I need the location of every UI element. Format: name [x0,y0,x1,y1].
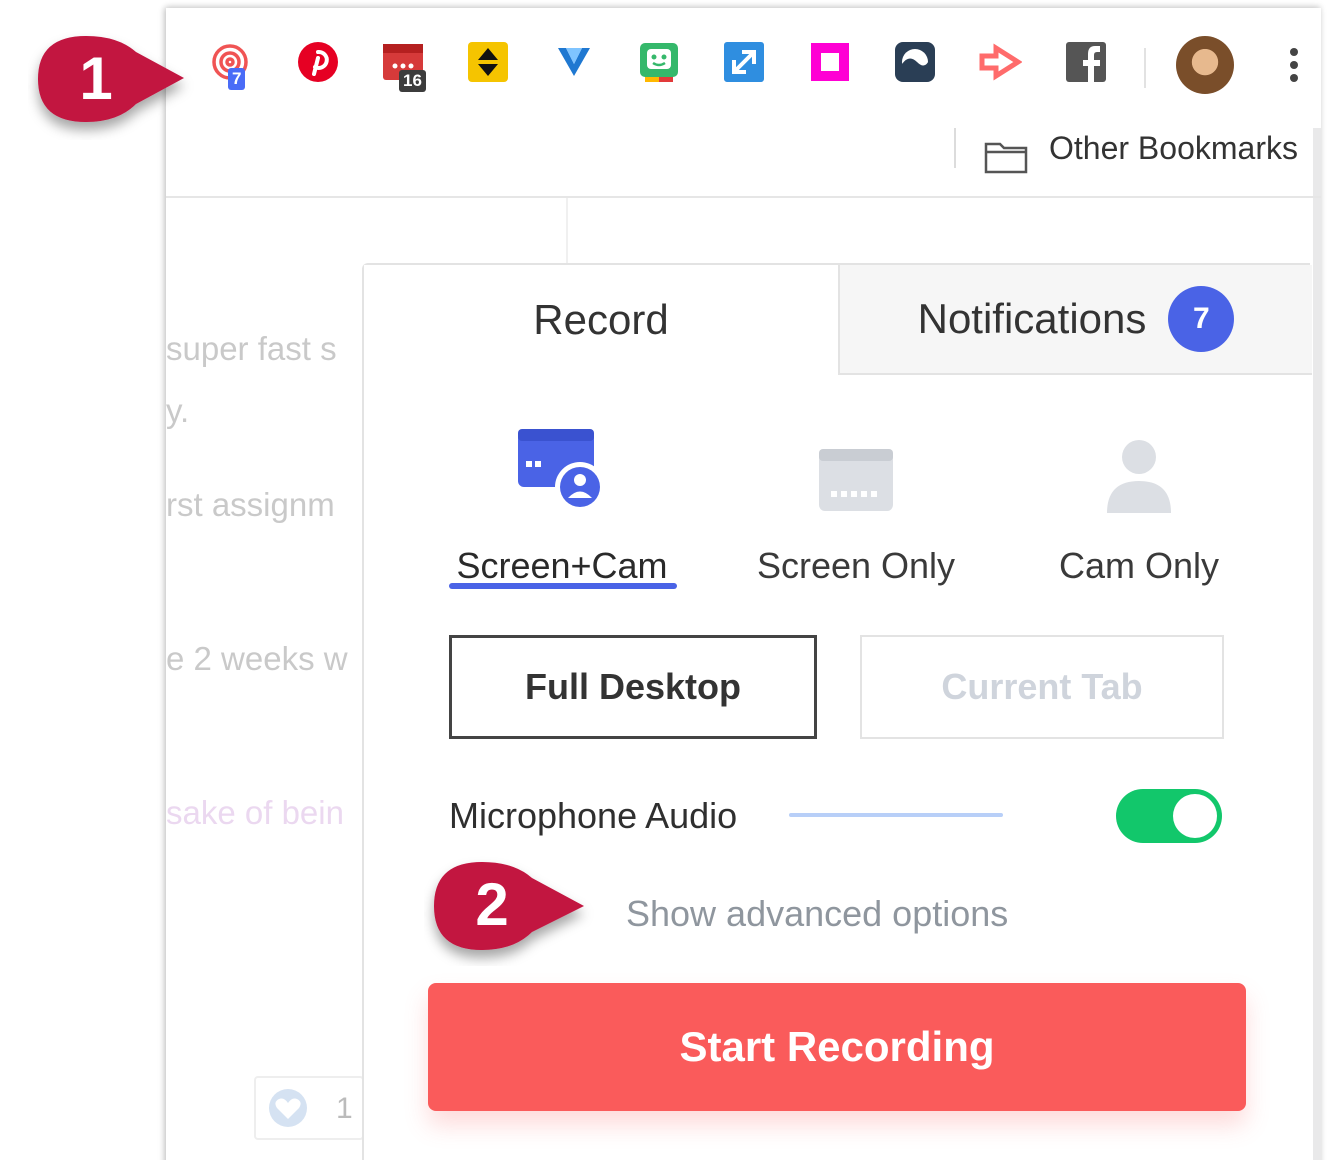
notifications-count-badge: 7 [1168,286,1235,352]
callout-marker-2: 2 [424,856,600,966]
calendar-icon[interactable]: 16 [379,38,427,92]
screen-cam-icon [518,429,605,512]
pinterest-icon[interactable] [294,38,342,86]
mode-cam-only[interactable]: Cam Only [1009,415,1269,587]
microphone-label: Microphone Audio [449,795,738,836]
bookmarks-separator [954,128,956,168]
mode-screen-only-label: Screen Only [756,545,956,586]
bg-text-line: super fast s [166,330,337,367]
facebook-icon[interactable] [1062,38,1110,86]
arrow-right-icon[interactable] [976,38,1024,86]
callout-number: 2 [475,871,509,938]
like-button[interactable]: 1 [254,1076,364,1140]
bg-text-line: rst assignm [166,486,335,523]
toolbar-divider [166,196,1321,198]
tab-notifications-label: Notifications [917,295,1147,342]
sort-arrows-icon[interactable] [464,38,512,86]
mode-screen-cam[interactable]: Screen+Cam [432,415,692,587]
toolbar-separator [1144,48,1146,88]
kebab-menu-icon[interactable] [1284,44,1304,88]
extensions-toolbar: 7 16 [166,8,1321,128]
mode-cam-only-label: Cam Only [1058,545,1220,586]
magenta-square-icon[interactable] [806,38,854,86]
tab-record-label: Record [533,296,669,343]
tab-record[interactable]: Record [364,265,838,375]
show-advanced-options-link[interactable]: Show advanced options [626,893,1008,935]
callout-marker-1: 1 [28,30,204,140]
microphone-level-meter [789,813,1003,817]
tab-notifications[interactable]: Notifications 7 [838,265,1312,375]
calendar-badge: 16 [399,70,426,92]
start-recording-button[interactable]: Start Recording [428,983,1246,1111]
y-app-icon[interactable] [550,38,598,86]
like-count: 1 [336,1092,353,1125]
toggle-knob [1173,794,1217,838]
heart-icon [269,1089,307,1127]
person-icon [1107,440,1171,513]
bg-text-line: y. [166,392,190,429]
other-bookmarks-link[interactable]: Other Bookmarks [1049,130,1298,167]
screen-icon [819,449,893,511]
current-tab-button[interactable]: Current Tab [860,635,1224,739]
chat-robot-icon[interactable] [635,38,683,86]
bg-text-line: e 2 weeks w [166,640,348,677]
wave-icon[interactable] [891,38,939,86]
user-avatar[interactable] [1176,36,1234,94]
bg-link-text: sake of bein [166,794,344,831]
expand-arrow-icon[interactable] [720,38,768,86]
folder-icon [984,142,1028,174]
callout-number: 1 [79,45,113,112]
bookmarks-bar: Other Bookmarks [166,118,1321,196]
loom-icon[interactable]: 7 [206,38,254,90]
mode-selected-indicator [449,583,677,589]
full-desktop-button[interactable]: Full Desktop [449,635,817,739]
microphone-toggle[interactable] [1116,789,1222,843]
mode-screen-only[interactable]: Screen Only [726,415,986,587]
loom-badge: 7 [228,68,246,90]
record-popup: Record Notifications 7 Screen+Cam Screen… [362,263,1312,1160]
mode-screen-cam-label: Screen+Cam [456,545,668,586]
